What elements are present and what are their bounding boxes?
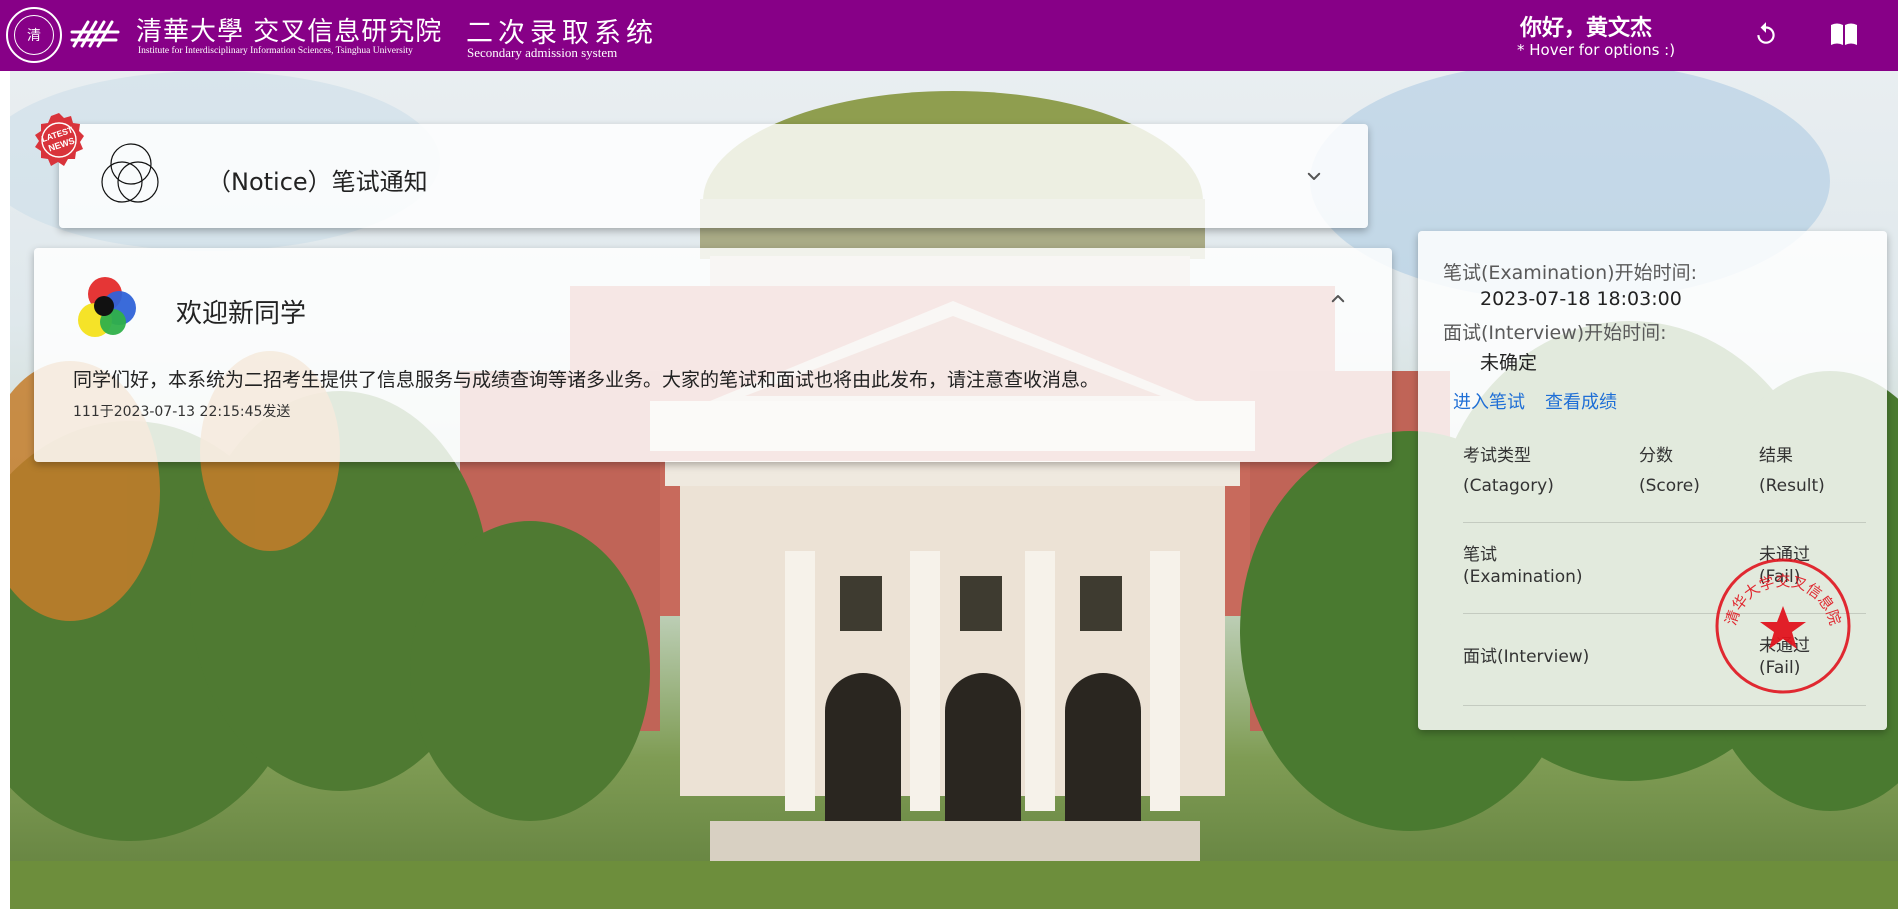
row-interview-result-en: (Fail) — [1759, 658, 1801, 678]
welcome-collapse-button[interactable] — [1323, 284, 1353, 314]
school-name-en: Institute for Interdisciplinary Informat… — [138, 46, 413, 56]
table-row-exam-result: 未通过 (Fail) — [1759, 544, 1810, 588]
row-interview-result-cn: 未通过 — [1759, 636, 1810, 656]
book-icon — [1831, 23, 1857, 46]
welcome-title: 欢迎新同学 — [176, 299, 307, 329]
chevron-down-icon — [1307, 172, 1321, 180]
table-divider — [1463, 613, 1866, 614]
col-header-result-en: (Result) — [1759, 476, 1825, 496]
exam-info-panel: 笔试(Examination)开始时间: 2023-07-18 18:03:00… — [1418, 231, 1887, 730]
col-header-score-cn: 分数 — [1639, 446, 1673, 466]
system-name-en: Secondary admission system — [467, 45, 618, 60]
table-row-exam-type: 笔试 (Examination) — [1463, 544, 1583, 588]
welcome-message: 同学们好，本系统为二招考生提供了信息服务与成绩查询等诸多业务。大家的笔试和面试也… — [73, 369, 1100, 391]
row-exam-result-en: (Fail) — [1759, 567, 1801, 587]
col-header-category-en: (Catagory) — [1463, 476, 1554, 496]
enter-exam-link[interactable]: 进入笔试 — [1453, 388, 1525, 414]
table-divider — [1463, 522, 1866, 523]
chevron-up-icon — [1331, 295, 1345, 303]
col-header-category-cn: 考试类型 — [1463, 446, 1531, 466]
notice-panel[interactable]: （Notice）笔试通知 — [59, 124, 1368, 228]
table-row-interview-result: 未通过 (Fail) — [1759, 635, 1810, 679]
refresh-button[interactable] — [1748, 16, 1784, 52]
notice-title: （Notice）笔试通知 — [207, 168, 428, 196]
interview-start-label: 面试(Interview)开始时间: — [1443, 322, 1667, 344]
row-interview-type: 面试(Interview) — [1463, 647, 1590, 667]
row-exam-type-en: (Examination) — [1463, 567, 1583, 587]
rgb-circles-icon — [78, 277, 136, 337]
school-name-cn: 清華大學 交叉信息研究院 — [136, 17, 443, 47]
latest-news-badge: LATEST NEWS — [35, 113, 84, 166]
interview-start-time: 未确定 — [1480, 352, 1538, 374]
exam-start-label: 笔试(Examination)开始时间: — [1443, 262, 1697, 284]
refresh-icon — [1757, 22, 1775, 44]
table-divider — [1463, 705, 1866, 706]
seal-glyph: 清 — [14, 15, 54, 55]
iiis-logo — [70, 20, 120, 48]
exam-start-time: 2023-07-18 18:03:00 — [1480, 288, 1682, 310]
row-exam-type-cn: 笔试 — [1463, 545, 1497, 565]
col-header-score: 分数 (Score) — [1639, 441, 1700, 501]
manual-button[interactable] — [1826, 16, 1862, 52]
notice-expand-button[interactable] — [1299, 161, 1329, 191]
welcome-sender-meta: 111于2023-07-13 22:15:45发送 — [73, 404, 291, 420]
tsinghua-seal-logo: 清 — [6, 7, 62, 63]
row-exam-result-cn: 未通过 — [1759, 545, 1810, 565]
user-greeting[interactable]: 你好，黄文杰 — [1520, 10, 1652, 42]
welcome-panel[interactable]: 欢迎新同学 同学们好，本系统为二招考生提供了信息服务与成绩查询等诸多业务。大家的… — [34, 248, 1392, 462]
col-header-result-cn: 结果 — [1759, 446, 1793, 466]
top-bar: 清 清華大學 交叉信息研究院 Institute for Interdiscip… — [0, 0, 1898, 71]
title-separator: · — [434, 16, 441, 40]
hover-hint: * Hover for options :) — [1517, 41, 1676, 59]
col-header-score-en: (Score) — [1639, 476, 1700, 496]
view-score-link[interactable]: 查看成绩 — [1545, 388, 1617, 414]
rings-icon — [101, 143, 159, 203]
col-header-category: 考试类型 (Catagory) — [1463, 441, 1554, 501]
col-header-result: 结果 (Result) — [1759, 441, 1825, 501]
